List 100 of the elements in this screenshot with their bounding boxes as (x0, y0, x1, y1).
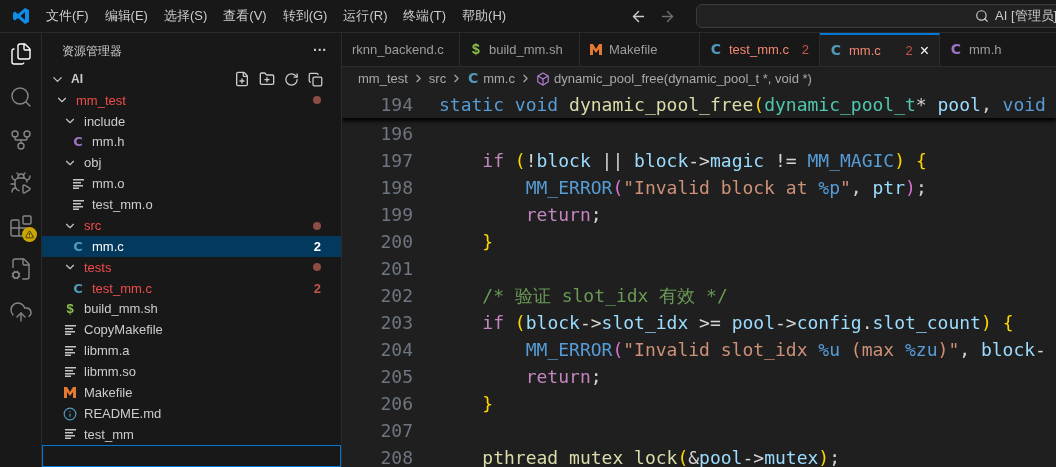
folder-name: include (84, 112, 126, 131)
menu-item[interactable]: 帮助(H) (456, 6, 513, 26)
line-number: 200 (379, 230, 413, 254)
line-number: 196 (379, 122, 413, 146)
folder-name: obj (84, 154, 102, 173)
file-row[interactable]: C test_mm.c 2 (42, 277, 341, 299)
new-file-icon[interactable] (234, 71, 250, 87)
file-name: CopyMakefile (84, 321, 163, 340)
menu-item[interactable]: 选择(S) (157, 6, 214, 26)
tab-label: build_mm.sh (489, 40, 563, 59)
dollar-icon: $ (470, 39, 482, 60)
folder-row[interactable]: mm_test (42, 90, 341, 111)
file-row[interactable]: test_mm.o (42, 194, 341, 216)
file-name: Makefile (84, 383, 133, 402)
editor-tab[interactable]: C mm.h (940, 33, 1056, 66)
menu-item[interactable]: 编辑(E) (98, 6, 154, 26)
file-row[interactable]: C mm.h (42, 131, 341, 153)
code-comment: /* 验证 slot_idx 有效 */ (481, 284, 728, 308)
app-logo-icon (12, 7, 30, 25)
line-number: 205 (379, 365, 413, 389)
new-folder-icon[interactable] (259, 71, 275, 87)
c-file-icon: C (830, 40, 842, 61)
file-row[interactable]: mm.o (42, 173, 341, 195)
breadcrumb-item[interactable]: mm.c (483, 68, 515, 89)
code-line: if (block->slot_idx >= pool->config.slot_count) { (481, 311, 1014, 335)
line-number: 194 (379, 92, 413, 117)
file-name: test_mm (84, 425, 134, 444)
line-number: 199 (379, 203, 413, 227)
file-name: test_mm.c (92, 279, 152, 298)
file-name: mm.o (92, 175, 125, 194)
folder-row[interactable]: include (42, 110, 341, 132)
lines-icon (72, 199, 84, 210)
file-row[interactable]: libmm.so (42, 361, 341, 383)
file-row[interactable]: C mm.c 2 (42, 236, 341, 257)
more-actions-button[interactable]: ··· (313, 40, 327, 61)
folder-name: mm_test (76, 91, 126, 110)
file-row[interactable]: README.md (42, 403, 341, 424)
editor-tab[interactable]: C mm.c 2 × (820, 33, 940, 66)
code-line: return; (524, 203, 602, 227)
folder-name: tests (84, 258, 112, 277)
file-row[interactable]: CopyMakefile (42, 319, 341, 341)
command-center[interactable]: AI [管理员] (696, 4, 1056, 28)
line-number: 201 (379, 257, 413, 281)
file-name: libmm.so (84, 363, 136, 382)
blocks-icon[interactable] (8, 214, 33, 238)
menu-item[interactable]: 文件(F) (40, 6, 95, 26)
search-icon[interactable] (8, 85, 33, 109)
line-number: 197 (379, 149, 413, 173)
tab-label: Makefile (609, 40, 658, 59)
collapse-all-icon[interactable] (308, 71, 323, 87)
menu-item[interactable]: 查看(V) (217, 6, 273, 26)
breadcrumb-item[interactable]: mm_test (358, 68, 408, 89)
code-line: static void dynamic_pool_free(dynamic_pool_t* pool, void (439, 92, 1046, 117)
tab-label: rknn_backend.c (352, 40, 444, 59)
panel-title: 资源管理器 (62, 42, 122, 60)
c-file-icon: C (710, 39, 722, 60)
line-number: 202 (379, 284, 413, 308)
file-row[interactable]: $ build_mm.sh (42, 298, 341, 320)
file-name: README.md (84, 404, 162, 423)
c-file-icon: C (72, 278, 84, 299)
breadcrumb-item[interactable]: dynamic_pool_free(dynamic_pool_t *, void *) (553, 68, 812, 89)
breadcrumb-item[interactable]: src (428, 68, 447, 89)
files-icon[interactable] (8, 42, 33, 66)
dollar-icon: $ (64, 299, 76, 319)
m-logo-icon (590, 44, 602, 55)
search-icon (975, 9, 990, 23)
menu-item[interactable]: 转到(G) (276, 6, 334, 26)
cloud-upload-icon[interactable] (8, 300, 33, 324)
m-logo-icon (64, 387, 76, 399)
file-row[interactable]: Makefile (42, 382, 341, 404)
code-line: return; (524, 365, 602, 389)
file-row[interactable]: libmm.a (42, 340, 341, 362)
command-center-label: AI [管理员] (995, 7, 1056, 26)
file-name: libmm.a (84, 342, 130, 361)
c-header-file-icon: C (72, 132, 84, 152)
editor-tab[interactable]: $ build_mm.sh (460, 33, 580, 66)
code-line: } (481, 230, 494, 254)
editor-tab[interactable]: Makefile (580, 33, 700, 66)
folder-row[interactable]: src (42, 215, 341, 237)
bug-play-icon[interactable] (8, 171, 33, 195)
focused-row[interactable] (42, 444, 341, 467)
file-name: build_mm.sh (84, 300, 158, 319)
line-number: 207 (379, 419, 413, 443)
file-name: mm.c (92, 237, 124, 256)
problem-count: 2 (313, 237, 321, 256)
editor-tab[interactable]: rknn_backend.c (342, 33, 460, 66)
file-row[interactable]: test_mm (42, 424, 341, 445)
folder-row[interactable]: AI (42, 68, 341, 90)
lines-icon (64, 325, 76, 336)
branch-icon[interactable] (8, 128, 33, 152)
refresh-icon[interactable] (284, 71, 299, 87)
close-tab-button[interactable]: × (919, 42, 929, 59)
folder-row[interactable]: obj (42, 152, 341, 174)
menu-item[interactable]: 终端(T) (397, 6, 453, 26)
file-name: mm.h (92, 133, 125, 152)
lines-icon (72, 178, 84, 189)
c-file-icon: C (72, 236, 84, 257)
folder-row[interactable]: tests (42, 257, 341, 278)
menu-item[interactable]: 运行(R) (337, 6, 394, 26)
line-number: 208 (379, 446, 413, 467)
